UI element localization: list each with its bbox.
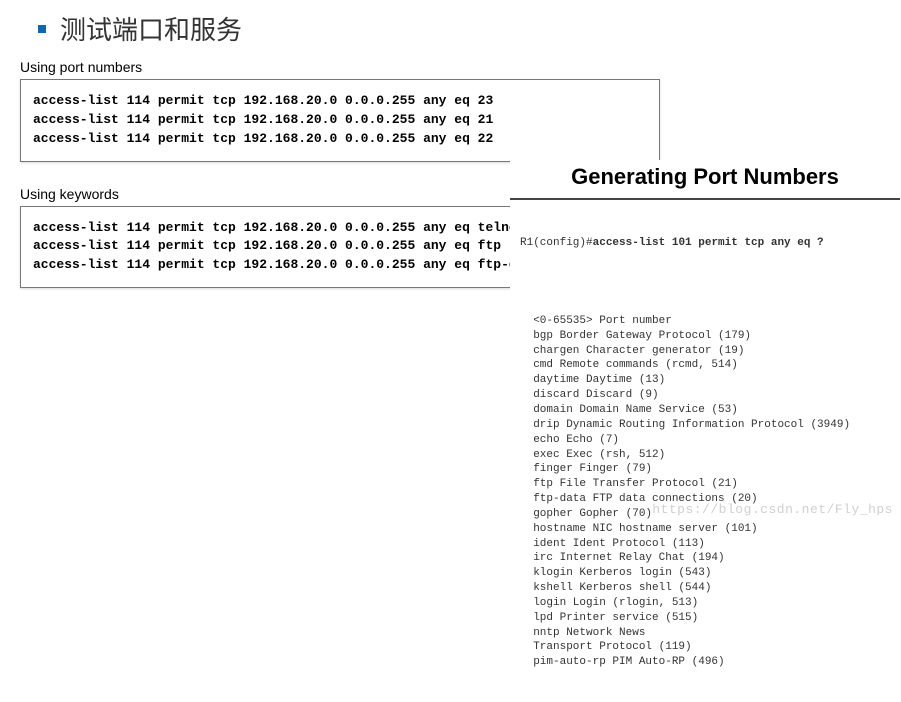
title-row: 测试端口和服务 [38, 10, 881, 47]
terminal-command: access-list 101 permit tcp any eq ? [593, 237, 824, 249]
section-label-portnumbers: Using port numbers [20, 59, 881, 75]
terminal-prompt-line: R1(config)#access-list 101 permit tcp an… [520, 236, 890, 251]
terminal-options: <0-65535> Port number bgp Border Gateway… [520, 314, 890, 670]
watermark: https://blog.csdn.net/Fly_hps [652, 502, 893, 517]
terminal-output: R1(config)#access-list 101 permit tcp an… [510, 198, 900, 702]
page-title: 测试端口和服务 [60, 10, 242, 47]
right-panel-title: Generating Port Numbers [510, 164, 900, 190]
right-panel: Generating Port Numbers R1(config)#acces… [510, 160, 900, 702]
code-box-portnumbers: access-list 114 permit tcp 192.168.20.0 … [20, 79, 660, 162]
bullet-icon [38, 25, 46, 33]
terminal-prompt-prefix: R1(config)# [520, 237, 593, 249]
